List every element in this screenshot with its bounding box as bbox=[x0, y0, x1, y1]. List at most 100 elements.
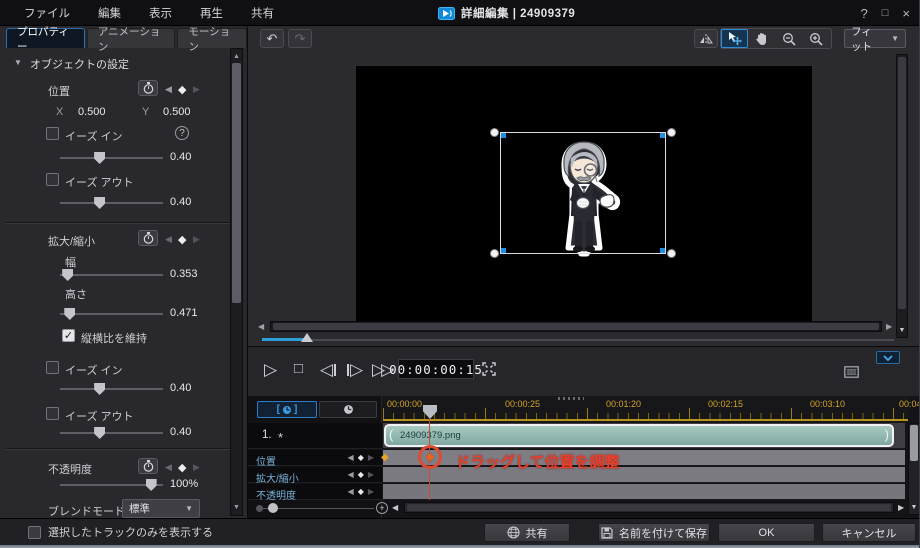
resize-handle-nw[interactable] bbox=[490, 128, 499, 137]
kf-next-icon[interactable]: ▶ bbox=[368, 453, 374, 462]
scale-height-slider[interactable] bbox=[60, 308, 163, 320]
position-prev-keyframe-button[interactable]: ◀ bbox=[165, 84, 172, 95]
scroll-down-icon[interactable]: ▼ bbox=[897, 327, 907, 334]
time-view-button[interactable] bbox=[319, 401, 377, 418]
scrollbar-thumb[interactable] bbox=[273, 323, 879, 330]
row-position-header[interactable]: 位置 ◀ ◆ ▶ bbox=[248, 450, 382, 466]
resize-handle-se[interactable] bbox=[667, 249, 676, 258]
scale-keyframe-toggle-button[interactable] bbox=[138, 230, 158, 246]
next-frame-button[interactable]: ▷ bbox=[346, 360, 363, 380]
scale-ease-out-checkbox[interactable] bbox=[46, 407, 59, 420]
zoom-in-button[interactable] bbox=[802, 29, 829, 48]
maximize-button[interactable]: □ bbox=[882, 7, 889, 19]
timeline-v-scrollbar[interactable]: ▼ bbox=[908, 423, 920, 515]
kf-prev-icon[interactable]: ◀ bbox=[348, 470, 354, 479]
zoom-fit-dropdown[interactable]: フィット ▼ bbox=[844, 29, 906, 48]
scrollbar-thumb[interactable] bbox=[232, 63, 241, 303]
menu-edit[interactable]: 編集 bbox=[94, 3, 125, 23]
kf-prev-icon[interactable]: ◀ bbox=[348, 487, 354, 496]
keyframe-diamond-start[interactable]: ◆ bbox=[381, 453, 389, 463]
slider-thumb[interactable] bbox=[64, 308, 75, 320]
scale-add-keyframe-button[interactable]: ◆ bbox=[178, 233, 186, 246]
scrollbar-thumb[interactable] bbox=[407, 504, 891, 511]
position-add-keyframe-button[interactable]: ◆ bbox=[178, 83, 186, 96]
share-button[interactable]: 共有 bbox=[484, 523, 570, 542]
kf-prev-icon[interactable]: ◀ bbox=[348, 453, 354, 462]
track-1-header[interactable]: 1. * bbox=[248, 423, 382, 449]
kf-diamond-icon[interactable]: ◆ bbox=[358, 470, 364, 479]
position-ease-in-checkbox[interactable] bbox=[46, 127, 59, 140]
flip-button[interactable] bbox=[694, 29, 718, 48]
scroll-up-icon[interactable]: ▲ bbox=[231, 53, 242, 60]
clip-trim-right[interactable]: ) bbox=[885, 427, 889, 442]
scroll-down-icon[interactable]: ▼ bbox=[909, 504, 919, 511]
close-button[interactable]: × bbox=[902, 6, 910, 21]
fullscreen-button[interactable] bbox=[482, 362, 496, 376]
row-opacity-lane[interactable] bbox=[383, 484, 905, 500]
cancel-button[interactable]: キャンセル bbox=[822, 523, 916, 542]
keyframe-diamond-current[interactable]: ◆ bbox=[426, 452, 434, 463]
scale-ease-in-checkbox[interactable] bbox=[46, 361, 59, 374]
position-ease-out-checkbox[interactable] bbox=[46, 173, 59, 186]
save-as-button[interactable]: 名前を付けて保存 bbox=[598, 523, 710, 542]
blend-mode-dropdown[interactable]: 標準 ▼ bbox=[122, 499, 200, 518]
keep-aspect-checkbox[interactable]: ✓ bbox=[62, 329, 75, 342]
ok-button[interactable]: OK bbox=[718, 523, 815, 542]
tab-properties[interactable]: プロパティー bbox=[6, 28, 85, 48]
timeline-h-scrollbar[interactable] bbox=[404, 502, 894, 513]
scrollbar-thumb[interactable] bbox=[910, 425, 918, 461]
preview-h-scrollbar[interactable] bbox=[270, 321, 882, 332]
position-ease-in-slider[interactable] bbox=[60, 152, 163, 164]
collapse-preview-button[interactable] bbox=[876, 351, 900, 364]
row-opacity-header[interactable]: 不透明度 ◀ ◆ ▶ bbox=[248, 484, 382, 500]
fast-forward-button[interactable]: ▷▷ bbox=[372, 360, 390, 380]
scale-ease-in-slider[interactable] bbox=[60, 383, 163, 395]
scale-ease-out-slider[interactable] bbox=[60, 427, 163, 439]
slider-thumb[interactable] bbox=[94, 152, 105, 164]
kf-next-icon[interactable]: ▶ bbox=[368, 487, 374, 496]
previous-frame-button[interactable]: ◁ bbox=[320, 360, 337, 380]
menu-view[interactable]: 表示 bbox=[145, 3, 176, 23]
preview-scroll-right-icon[interactable]: ▶ bbox=[886, 323, 892, 331]
timecode-display[interactable]: 00:00:00:15 bbox=[398, 359, 474, 379]
menu-share[interactable]: 共有 bbox=[247, 3, 278, 23]
menu-file[interactable]: ファイル bbox=[20, 3, 74, 23]
snapshot-button[interactable] bbox=[844, 366, 859, 378]
resize-handle-sw[interactable] bbox=[490, 249, 499, 258]
move-tool-button[interactable] bbox=[721, 29, 748, 48]
ruler-grip[interactable] bbox=[558, 397, 584, 400]
position-keyframe-toggle-button[interactable] bbox=[138, 80, 158, 96]
resize-handle-ne[interactable] bbox=[667, 128, 676, 137]
slider-thumb[interactable] bbox=[94, 427, 105, 439]
slider-thumb[interactable] bbox=[94, 383, 105, 395]
video-canvas[interactable] bbox=[356, 66, 812, 321]
position-next-keyframe-button[interactable]: ▶ bbox=[193, 84, 200, 95]
preview-scroll-left-icon[interactable]: ◀ bbox=[258, 323, 264, 331]
scale-width-slider[interactable] bbox=[60, 269, 163, 281]
opacity-add-keyframe-button[interactable]: ◆ bbox=[178, 461, 186, 474]
hand-tool-button[interactable] bbox=[748, 29, 775, 48]
opacity-keyframe-toggle-button[interactable] bbox=[138, 458, 158, 474]
timeline-scroll-left-icon[interactable]: ◀ bbox=[392, 504, 398, 512]
slider-thumb[interactable] bbox=[62, 269, 73, 281]
opacity-prev-keyframe-button[interactable]: ◀ bbox=[165, 462, 172, 473]
timeline-zoom-in-button[interactable]: + bbox=[376, 502, 388, 514]
scale-prev-keyframe-button[interactable]: ◀ bbox=[165, 234, 172, 245]
play-button[interactable]: ▷ bbox=[264, 360, 277, 380]
help-button[interactable]: ? bbox=[861, 6, 868, 21]
scale-next-keyframe-button[interactable]: ▶ bbox=[193, 234, 200, 245]
timeline-clip[interactable]: ( 24909379.png ) bbox=[384, 424, 894, 447]
position-x-value[interactable]: 0.500 bbox=[78, 106, 106, 118]
kf-next-icon[interactable]: ▶ bbox=[368, 470, 374, 479]
undo-button[interactable]: ↶ bbox=[260, 29, 284, 48]
timeline-zoom-thumb[interactable] bbox=[268, 503, 278, 513]
slider-thumb[interactable] bbox=[146, 479, 157, 491]
zoom-out-button[interactable] bbox=[775, 29, 802, 48]
panel-scrollbar[interactable]: ▲ ▼ bbox=[230, 48, 243, 516]
opacity-slider[interactable] bbox=[60, 479, 163, 491]
opacity-next-keyframe-button[interactable]: ▶ bbox=[193, 462, 200, 473]
show-selected-track-checkbox[interactable] bbox=[28, 526, 41, 539]
stop-button[interactable]: □ bbox=[294, 360, 303, 377]
section-collapse-icon[interactable]: ▼ bbox=[14, 59, 22, 67]
scrollbar-thumb[interactable] bbox=[898, 57, 906, 309]
